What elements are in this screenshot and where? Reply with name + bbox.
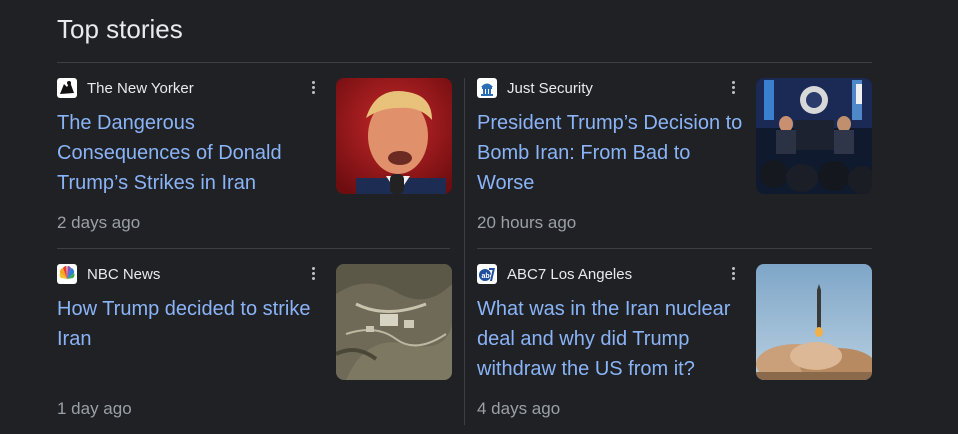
story-headline[interactable]: What was in the Iran nuclear deal and wh…: [477, 294, 745, 384]
more-options-icon[interactable]: [309, 79, 317, 99]
row-divider-right: [477, 248, 872, 249]
new-yorker-icon: [57, 78, 77, 98]
source-name: NBC News: [87, 265, 161, 283]
more-options-icon[interactable]: [729, 79, 737, 99]
story-time: 1 day ago: [57, 399, 132, 418]
story-source[interactable]: The New Yorker: [57, 78, 194, 98]
story-time: 4 days ago: [477, 399, 561, 418]
nbc-peacock-icon: [57, 264, 77, 284]
story-headline[interactable]: President Trump’s Decision to Bomb Iran:…: [477, 108, 745, 198]
story-headline[interactable]: How Trump decided to strike Iran: [57, 294, 325, 354]
section-title: Top stories: [57, 14, 183, 44]
press-briefing-photo[interactable]: [756, 78, 872, 194]
satellite-image-photo[interactable]: [336, 264, 452, 380]
just-security-icon: [477, 78, 497, 98]
source-name: Just Security: [507, 79, 593, 97]
story-card-new-yorker[interactable]: The New Yorker The Dangerous Consequence…: [57, 78, 452, 248]
story-card-nbc-news[interactable]: NBC News How Trump decided to strike Ira…: [57, 264, 452, 434]
row-divider-left: [57, 248, 450, 249]
story-time: 20 hours ago: [477, 213, 577, 232]
story-card-abc7[interactable]: abc ABC7 Los Angeles What was in the Ira…: [477, 264, 872, 434]
more-options-icon[interactable]: [729, 265, 737, 285]
missile-launch-photo[interactable]: [756, 264, 872, 380]
source-name: The New Yorker: [87, 79, 194, 97]
story-headline[interactable]: The Dangerous Consequences of Donald Tru…: [57, 108, 325, 198]
story-source[interactable]: Just Security: [477, 78, 593, 98]
story-source[interactable]: abc ABC7 Los Angeles: [477, 264, 632, 284]
header-divider: [57, 62, 872, 63]
more-options-icon[interactable]: [309, 265, 317, 285]
story-source[interactable]: NBC News: [57, 264, 160, 284]
story-time: 2 days ago: [57, 213, 141, 232]
abc7-icon: abc: [477, 264, 497, 284]
trump-speaking-photo[interactable]: [336, 78, 452, 194]
column-divider: [464, 78, 465, 425]
source-name: ABC7 Los Angeles: [507, 265, 633, 283]
story-card-just-security[interactable]: Just Security President Trump’s Decision…: [477, 78, 872, 248]
